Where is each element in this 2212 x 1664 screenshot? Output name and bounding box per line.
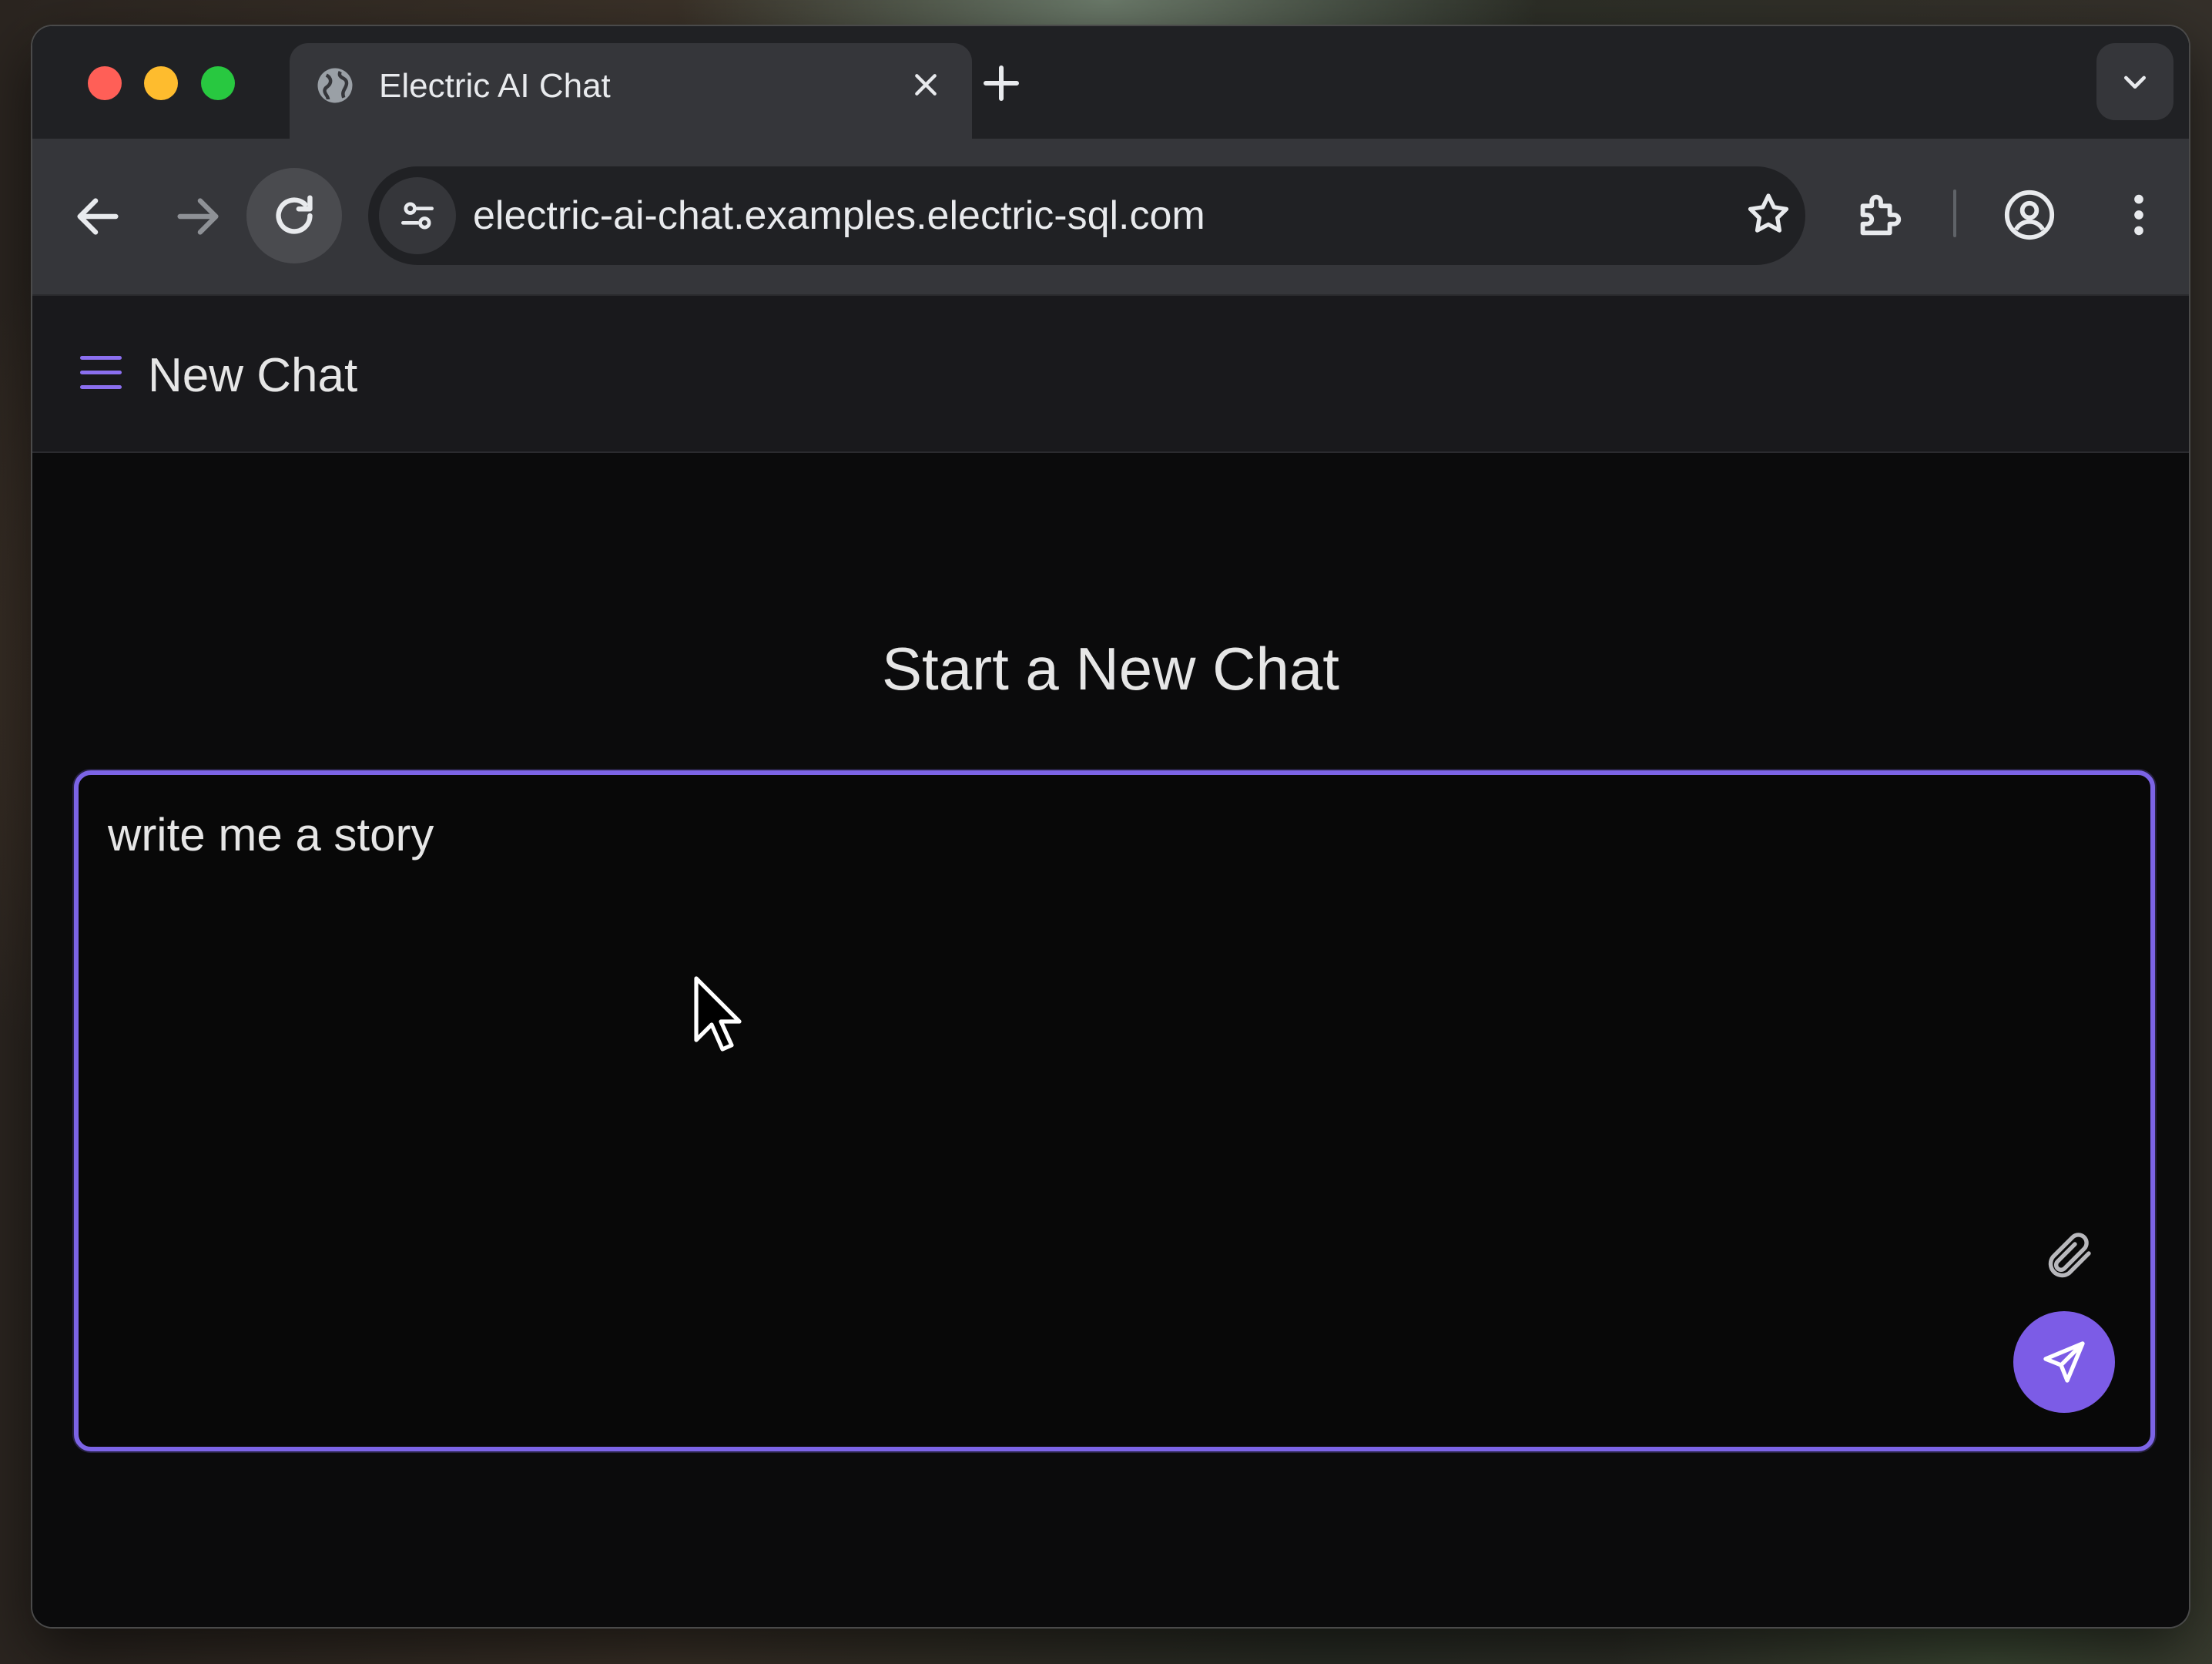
tab-strip: Electric AI Chat (32, 26, 2189, 139)
start-chat-heading: Start a New Chat (882, 635, 1339, 703)
minimize-window-button[interactable] (144, 66, 178, 100)
puzzle-icon[interactable] (1852, 188, 1905, 242)
paperclip-icon[interactable] (2043, 1228, 2098, 1283)
tab-electric-ai-chat[interactable]: Electric AI Chat (290, 43, 972, 139)
close-window-button[interactable] (88, 66, 122, 100)
close-tab-icon[interactable] (910, 69, 941, 100)
mouse-cursor-icon (694, 976, 742, 1052)
toolbar-separator (1953, 190, 1956, 237)
more-vert-icon[interactable] (2112, 188, 2166, 242)
address-bar[interactable]: electric-ai-chat.examples.electric-sql.c… (368, 166, 1805, 265)
maximize-window-button[interactable] (201, 66, 235, 100)
app-header: New Chat (32, 296, 2189, 453)
message-composer: write me a story (74, 770, 2155, 1451)
globe-icon (317, 68, 353, 103)
send-icon (2043, 1341, 2085, 1383)
new-tab-icon[interactable] (978, 60, 1024, 106)
menu-icon[interactable] (80, 356, 122, 390)
main-content: Start a New Chat write me a story (32, 453, 2189, 1627)
tune-icon (401, 202, 434, 230)
send-button[interactable] (2013, 1311, 2115, 1413)
back-arrow-icon[interactable] (71, 190, 125, 243)
url-text[interactable]: electric-ai-chat.examples.electric-sql.c… (473, 190, 1205, 242)
account-circle-icon[interactable] (2003, 188, 2056, 242)
browser-window: Electric AI Chat electric-ai-chat.exampl… (32, 26, 2189, 1627)
tab-title: Electric AI Chat (379, 67, 611, 105)
tab-search-button[interactable] (2096, 43, 2173, 120)
site-settings-button[interactable] (379, 177, 456, 254)
reload-icon (276, 195, 313, 234)
browser-toolbar: electric-ai-chat.examples.electric-sql.c… (32, 139, 2189, 296)
forward-arrow-icon[interactable] (171, 190, 225, 243)
message-input[interactable]: write me a story (106, 803, 1958, 1037)
reload-button[interactable] (246, 168, 342, 263)
page-title: New Chat (148, 349, 358, 402)
star-icon[interactable] (1744, 190, 1793, 239)
chevron-down-icon (2124, 75, 2146, 89)
